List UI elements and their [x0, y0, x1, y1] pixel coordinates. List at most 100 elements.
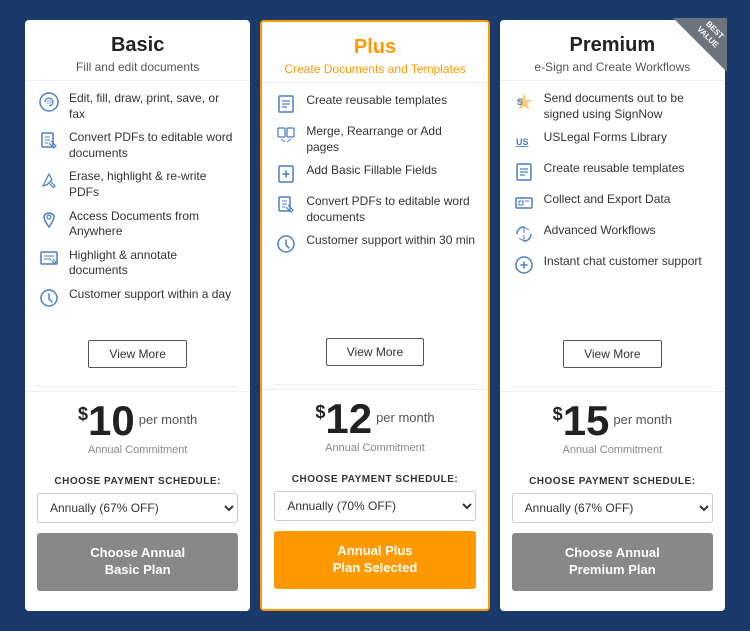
feature-icon-4 — [274, 232, 298, 256]
feature-icon-1 — [274, 123, 298, 147]
feature-icon-1 — [37, 129, 61, 153]
choose-plan-button[interactable]: Choose AnnualPremium Plan — [512, 533, 713, 591]
feature-item: Create reusable templates — [274, 93, 475, 116]
feature-icon-5 — [512, 253, 536, 277]
payment-select[interactable]: Annually (67% OFF) — [512, 493, 713, 523]
feature-icon-4 — [512, 222, 536, 246]
feature-item: Customer support within 30 min — [274, 233, 475, 256]
payment-section: CHOOSE PAYMENT SCHEDULE: Annually (67% O… — [25, 468, 250, 601]
plan-card-plus: Plus Create Documents and Templates Crea… — [260, 20, 489, 611]
payment-section: CHOOSE PAYMENT SCHEDULE: Annually (70% O… — [262, 466, 487, 599]
divider — [37, 386, 238, 387]
view-more-button[interactable]: View More — [88, 340, 186, 368]
choose-plan-button[interactable]: Choose AnnualBasic Plan — [37, 533, 238, 591]
feature-text: Convert PDFs to editable word documents — [306, 194, 475, 225]
feature-item: Erase, highlight & re-write PDFs — [37, 169, 238, 200]
divider — [512, 386, 713, 387]
feature-item: S Send documents out to be signed using … — [512, 91, 713, 122]
price-section: $ 10 per month Annual Commitment — [25, 391, 250, 468]
feature-icon-3 — [37, 208, 61, 232]
feature-item: Merge, Rearrange or Add pages — [274, 124, 475, 155]
feature-text: Customer support within a day — [69, 287, 238, 303]
annual-commitment: Annual Commitment — [272, 442, 477, 454]
feature-item: Collect and Export Data — [512, 192, 713, 215]
plan-header: Plus Create Documents and Templates — [262, 22, 487, 83]
best-value-text: BESTVALUE — [696, 17, 728, 49]
feature-item: Convert PDFs to editable word documents — [37, 130, 238, 161]
annual-commitment: Annual Commitment — [35, 444, 240, 456]
feature-item: Instant chat customer support — [512, 254, 713, 277]
price-number: 15 — [563, 400, 610, 442]
feature-item: US USLegal Forms Library — [512, 130, 713, 153]
feature-text: Erase, highlight & re-write PDFs — [69, 169, 238, 200]
plan-subtitle: Fill and edit documents — [35, 60, 240, 74]
feature-text: Highlight & annotate documents — [69, 248, 238, 279]
feature-icon-1: US — [512, 129, 536, 153]
feature-item: Edit, fill, draw, print, save, or fax — [37, 91, 238, 122]
feature-icon-0 — [274, 92, 298, 116]
svg-text:S: S — [517, 97, 523, 107]
svg-text:US: US — [516, 137, 529, 147]
price-number: 10 — [88, 400, 135, 442]
feature-text: Create reusable templates — [306, 93, 475, 109]
plan-card-basic: Basic Fill and edit documents Edit, fill… — [25, 20, 250, 611]
feature-icon-4 — [37, 247, 61, 271]
divider — [274, 384, 475, 385]
feature-text: Collect and Export Data — [544, 192, 713, 208]
feature-item: Highlight & annotate documents — [37, 248, 238, 279]
feature-text: Edit, fill, draw, print, save, or fax — [69, 91, 238, 122]
feature-text: Merge, Rearrange or Add pages — [306, 124, 475, 155]
feature-item: Convert PDFs to editable word documents — [274, 194, 475, 225]
payment-label: CHOOSE PAYMENT SCHEDULE: — [274, 474, 475, 485]
price-dollar: $ — [553, 404, 563, 425]
feature-item: Add Basic Fillable Fields — [274, 163, 475, 186]
feature-item: Access Documents from Anywhere — [37, 209, 238, 240]
plans-container: Basic Fill and edit documents Edit, fill… — [10, 10, 740, 621]
feature-icon-5 — [37, 286, 61, 310]
feature-icon-0: S — [512, 90, 536, 114]
view-more-button[interactable]: View More — [326, 338, 424, 366]
payment-section: CHOOSE PAYMENT SCHEDULE: Annually (67% O… — [500, 468, 725, 601]
feature-icon-0 — [37, 90, 61, 114]
features-list: Create reusable templates Merge, Rearran… — [262, 83, 487, 326]
feature-item: Customer support within a day — [37, 287, 238, 310]
annual-commitment: Annual Commitment — [510, 444, 715, 456]
plan-subtitle: Create Documents and Templates — [272, 62, 477, 76]
feature-item: Create reusable templates — [512, 161, 713, 184]
feature-text: Advanced Workflows — [544, 223, 713, 239]
feature-text: Create reusable templates — [544, 161, 713, 177]
plan-header: Basic Fill and edit documents — [25, 20, 250, 81]
price-section: $ 12 per month Annual Commitment — [262, 389, 487, 466]
plan-name: Basic — [35, 34, 240, 57]
view-more-button[interactable]: View More — [563, 340, 661, 368]
plan-name: Premium — [510, 34, 715, 57]
feature-icon-2 — [512, 160, 536, 184]
feature-icon-2 — [274, 162, 298, 186]
feature-text: USLegal Forms Library — [544, 130, 713, 146]
feature-text: Access Documents from Anywhere — [69, 209, 238, 240]
feature-icon-2 — [37, 168, 61, 192]
payment-label: CHOOSE PAYMENT SCHEDULE: — [512, 476, 713, 487]
feature-item: Advanced Workflows — [512, 223, 713, 246]
payment-label: CHOOSE PAYMENT SCHEDULE: — [37, 476, 238, 487]
payment-select[interactable]: Annually (70% OFF) — [274, 491, 475, 521]
plan-card-premium: BESTVALUE Premium e-Sign and Create Work… — [500, 20, 725, 611]
feature-text: Customer support within 30 min — [306, 233, 475, 249]
payment-select[interactable]: Annually (67% OFF) — [37, 493, 238, 523]
features-list: S Send documents out to be signed using … — [500, 81, 725, 328]
price-number: 12 — [325, 398, 372, 440]
price-dollar: $ — [315, 402, 325, 423]
plan-name: Plus — [272, 36, 477, 59]
choose-plan-button[interactable]: Annual PlusPlan Selected — [274, 531, 475, 589]
feature-icon-3 — [512, 191, 536, 215]
price-dollar: $ — [78, 404, 88, 425]
price-per: per month — [376, 410, 435, 425]
price-per: per month — [613, 412, 672, 427]
feature-text: Send documents out to be signed using Si… — [544, 91, 713, 122]
price-per: per month — [139, 412, 198, 427]
price-section: $ 15 per month Annual Commitment — [500, 391, 725, 468]
feature-text: Convert PDFs to editable word documents — [69, 130, 238, 161]
feature-text: Instant chat customer support — [544, 254, 713, 270]
plan-subtitle: e-Sign and Create Workflows — [510, 60, 715, 74]
feature-text: Add Basic Fillable Fields — [306, 163, 475, 179]
